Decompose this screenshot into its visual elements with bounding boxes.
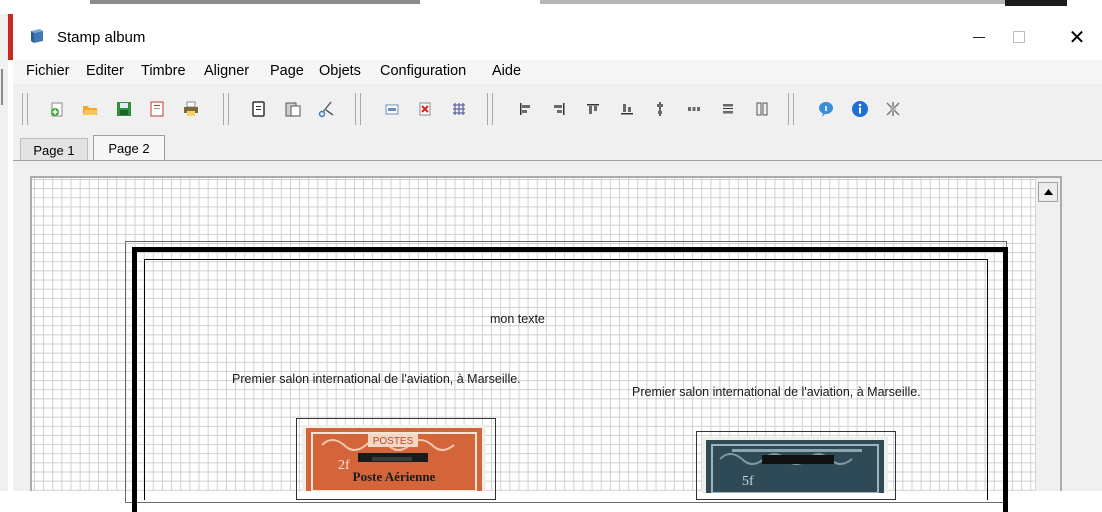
save-icon — [117, 102, 131, 116]
align-top-icon — [587, 104, 599, 114]
menu-fichier[interactable]: Fichier — [26, 63, 70, 79]
same-size-button[interactable] — [752, 99, 772, 119]
toolbar-separator — [355, 93, 361, 125]
vertical-scrollbar[interactable] — [1035, 178, 1060, 491]
insert-image-button[interactable] — [382, 99, 402, 119]
align-right-button[interactable] — [549, 99, 569, 119]
align-right-icon — [554, 103, 565, 115]
page-setup-icon — [150, 101, 164, 117]
stamp-left-value: 2f — [338, 458, 350, 473]
delete-icon — [419, 102, 431, 116]
close-icon: ✕ — [1068, 26, 1086, 49]
info-button[interactable] — [850, 99, 870, 119]
stamp-left-overprint: Poste Aérienne — [353, 469, 436, 484]
align-left-button[interactable] — [515, 99, 535, 119]
align-bottom-button[interactable] — [617, 99, 637, 119]
close-button[interactable]: ✕ — [1057, 22, 1097, 52]
help-icon — [819, 102, 833, 117]
window-title: Stamp album — [57, 29, 146, 46]
maximize-icon — [1013, 31, 1025, 43]
paste-button[interactable] — [283, 99, 303, 119]
stamp-left[interactable]: POSTES 2f Poste Aérienne — [302, 425, 486, 491]
menu-aligner[interactable]: Aligner — [204, 63, 249, 79]
align-top-button[interactable] — [583, 99, 603, 119]
settings-button[interactable] — [883, 99, 903, 119]
distribute-vertical-icon — [723, 104, 733, 114]
page-setup-button[interactable] — [147, 99, 167, 119]
grid-button[interactable] — [449, 99, 469, 119]
help-button[interactable] — [816, 99, 836, 119]
taskbar-segment — [90, 0, 420, 4]
distribute-horizontal-icon — [688, 107, 700, 111]
stamp-right[interactable]: 5f — [702, 437, 888, 493]
tab-page-2[interactable]: Page 2 — [93, 135, 165, 161]
app-window: Stamp album ✕ Fichier Editer Timbre Alig… — [13, 14, 1102, 512]
align-bottom-icon — [621, 104, 633, 115]
align-left-icon — [520, 103, 530, 115]
maximize-button[interactable] — [999, 22, 1039, 52]
scroll-up-arrow-icon — [1043, 189, 1053, 195]
workspace: mon texte Premier salon international de… — [20, 162, 1102, 512]
print-icon — [184, 101, 198, 116]
menu-timbre[interactable]: Timbre — [141, 63, 186, 79]
menu-objets[interactable]: Objets — [319, 63, 361, 79]
caption-right[interactable]: Premier salon international de l'aviatio… — [632, 385, 921, 399]
title-bar[interactable]: Stamp album ✕ — [13, 14, 1102, 60]
desktop-left-edge — [0, 14, 8, 491]
minimize-button[interactable] — [959, 22, 999, 52]
page-tabs: Page 1 Page 2 — [13, 134, 1102, 162]
new-button[interactable] — [47, 99, 67, 119]
toolbar-separator — [788, 93, 794, 125]
new-icon — [51, 102, 63, 117]
copy-icon — [252, 101, 265, 117]
menu-aide[interactable]: Aide — [492, 63, 521, 79]
cut-button[interactable] — [316, 99, 336, 119]
minimize-icon — [973, 36, 985, 38]
menu-configuration[interactable]: Configuration — [380, 63, 466, 79]
print-button[interactable] — [181, 99, 201, 119]
insert-image-icon — [385, 104, 399, 115]
toolbar-separator — [223, 93, 229, 125]
cut-icon — [318, 101, 334, 118]
open-button[interactable] — [80, 99, 100, 119]
album-app-icon — [31, 29, 43, 43]
info-icon — [852, 101, 868, 117]
desktop-top-strip — [0, 0, 1102, 14]
paste-icon — [285, 102, 301, 117]
menu-page[interactable]: Page — [270, 63, 304, 79]
same-size-icon — [756, 102, 768, 116]
stamp-left-postes: POSTES — [373, 436, 414, 447]
copy-button[interactable] — [249, 99, 269, 119]
toolbar-grip[interactable] — [22, 93, 28, 125]
scroll-up-button[interactable] — [1038, 182, 1058, 202]
menu-editer[interactable]: Editer — [86, 63, 124, 79]
save-button[interactable] — [114, 99, 134, 119]
open-icon — [83, 106, 98, 115]
taskbar-segment — [540, 0, 1010, 4]
page-frame: mon texte Premier salon international de… — [30, 176, 1062, 512]
center-vertical-button[interactable] — [650, 99, 670, 119]
grid-icon — [453, 103, 465, 115]
toolbar-separator — [487, 93, 493, 125]
album-page-canvas[interactable]: mon texte Premier salon international de… — [32, 178, 1035, 512]
toolbar — [13, 84, 1102, 135]
distribute-horizontal-button[interactable] — [684, 99, 704, 119]
stamp-right-value: 5f — [742, 474, 754, 489]
taskbar-dark-segment — [1005, 0, 1067, 6]
caption-left[interactable]: Premier salon international de l'aviatio… — [232, 372, 521, 386]
distribute-vertical-button[interactable] — [718, 99, 738, 119]
tab-page-1[interactable]: Page 1 — [20, 138, 88, 161]
menu-bar: Fichier Editer Timbre Aligner Page Objet… — [13, 60, 1102, 84]
settings-icon — [886, 102, 900, 116]
text-object-mon-texte[interactable]: mon texte — [490, 312, 545, 326]
center-vertical-icon — [657, 102, 663, 116]
delete-button[interactable] — [415, 99, 435, 119]
